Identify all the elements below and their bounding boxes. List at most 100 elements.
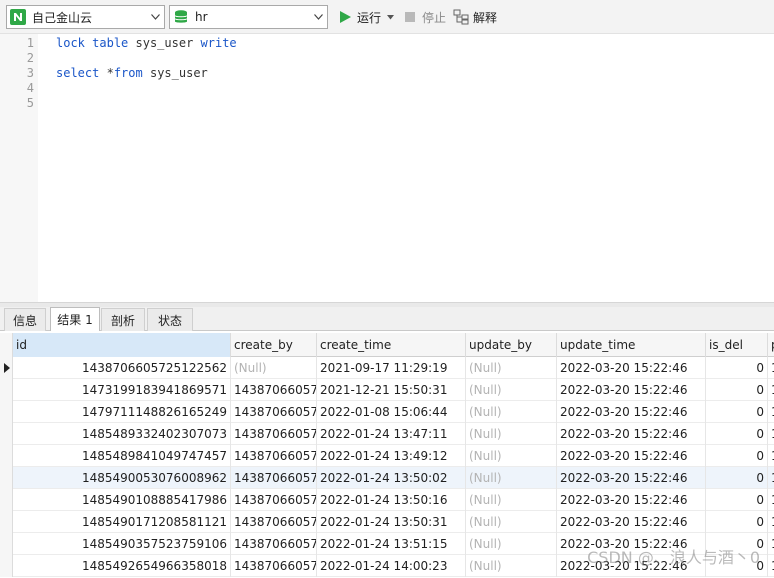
cell-update-by[interactable]: (Null) [466, 423, 557, 445]
cell-partial[interactable]: 1 [768, 511, 774, 533]
cell-create-time[interactable]: 2022-01-24 14:00:23 [317, 555, 466, 577]
column-header-partial[interactable]: p [768, 333, 774, 357]
cell-create-by[interactable]: 143870660572 [231, 467, 317, 489]
code-line[interactable]: lock table sys_user write [56, 36, 237, 51]
column-header-update-time[interactable]: update_time [557, 333, 706, 357]
cell-create-by[interactable]: 143870660572 [231, 555, 317, 577]
connection-select[interactable]: 自己金山云 [6, 5, 165, 29]
cell-is-del[interactable]: 0 [706, 379, 768, 401]
cell-id[interactable]: 1485490053076008962 [13, 467, 231, 489]
cell-create-time[interactable]: 2022-01-24 13:47:11 [317, 423, 466, 445]
cell-create-time[interactable]: 2022-01-24 13:51:15 [317, 533, 466, 555]
cell-update-time[interactable]: 2022-03-20 15:22:46 [557, 489, 706, 511]
sql-editor[interactable]: 1 lock table sys_user write 2 3 select *… [0, 34, 774, 302]
cell-update-time[interactable]: 2022-03-20 15:22:46 [557, 357, 706, 379]
cell-partial[interactable]: 1 [768, 533, 774, 555]
cell-is-del[interactable]: 0 [706, 445, 768, 467]
table-row[interactable]: 1438706605725122562 (Null) 2021-09-17 11:2… [0, 357, 774, 379]
cell-create-time[interactable]: 2022-01-24 13:50:16 [317, 489, 466, 511]
cell-update-time[interactable]: 2022-03-20 15:22:46 [557, 445, 706, 467]
cell-create-by[interactable]: 143870660572 [231, 533, 317, 555]
cell-is-del[interactable]: 0 [706, 467, 768, 489]
table-row[interactable]: 1479711148826165249 143870660572 2022-01-0… [0, 401, 774, 423]
cell-create-time[interactable]: 2021-12-21 15:50:31 [317, 379, 466, 401]
cell-id[interactable]: 1479711148826165249 [13, 401, 231, 423]
column-header-create-time[interactable]: create_time [317, 333, 466, 357]
table-row[interactable]: 1485489332402307073 143870660572 2022-01-2… [0, 423, 774, 445]
cell-create-by[interactable]: 143870660572 [231, 511, 317, 533]
cell-update-by[interactable]: (Null) [466, 489, 557, 511]
table-row[interactable]: 1485490108885417986 143870660572 2022-01-2… [0, 489, 774, 511]
cell-update-by[interactable]: (Null) [466, 357, 557, 379]
run-button[interactable]: 运行 [337, 8, 395, 26]
table-row[interactable]: 1485490171208581121 143870660572 2022-01-2… [0, 511, 774, 533]
column-header-create-by[interactable]: create_by [231, 333, 317, 357]
row-selector[interactable] [0, 511, 13, 533]
cell-id[interactable]: 1485490357523759106 [13, 533, 231, 555]
table-row[interactable]: 1485490053076008962 143870660572 2022-01-2… [0, 467, 774, 489]
cell-update-by[interactable]: (Null) [466, 401, 557, 423]
cell-create-time[interactable]: 2022-01-24 13:50:31 [317, 511, 466, 533]
cell-id[interactable]: 1438706605725122562 [13, 357, 231, 379]
cell-is-del[interactable]: 0 [706, 511, 768, 533]
tab-profile[interactable]: 剖析 [101, 308, 145, 331]
cell-create-by[interactable]: 143870660572 [231, 401, 317, 423]
cell-update-time[interactable]: 2022-03-20 15:22:46 [557, 467, 706, 489]
cell-partial[interactable]: 1 [768, 555, 774, 577]
cell-update-by[interactable]: (Null) [466, 555, 557, 577]
cell-update-time[interactable]: 2022-03-20 15:22:46 [557, 379, 706, 401]
cell-create-by[interactable]: 143870660572 [231, 423, 317, 445]
explain-button[interactable]: 解释 [453, 8, 497, 26]
cell-update-time[interactable]: 2022-03-20 15:22:46 [557, 401, 706, 423]
tab-info[interactable]: 信息 [4, 308, 46, 331]
cell-create-time[interactable]: 2022-01-08 15:06:44 [317, 401, 466, 423]
cell-partial[interactable]: 1 [768, 423, 774, 445]
cell-is-del[interactable]: 0 [706, 423, 768, 445]
cell-partial[interactable]: 1 [768, 401, 774, 423]
row-selector[interactable] [0, 489, 13, 511]
cell-id[interactable]: 1485489841049747457 [13, 445, 231, 467]
cell-id[interactable]: 1473199183941869571 [13, 379, 231, 401]
column-header-is-del[interactable]: is_del [706, 333, 768, 357]
cell-partial[interactable]: 1 [768, 467, 774, 489]
cell-create-by[interactable]: (Null) [231, 357, 317, 379]
cell-create-time[interactable]: 2021-09-17 11:29:19 [317, 357, 466, 379]
cell-is-del[interactable]: 0 [706, 401, 768, 423]
cell-partial[interactable]: 1 [768, 379, 774, 401]
row-selector[interactable] [0, 423, 13, 445]
database-select[interactable]: hr [169, 5, 328, 29]
cell-partial[interactable]: 1 [768, 445, 774, 467]
cell-partial[interactable]: 1 [768, 489, 774, 511]
result-grid[interactable]: id create_by create_time update_by updat… [0, 333, 774, 578]
row-selector[interactable] [0, 467, 13, 489]
cell-create-by[interactable]: 143870660572 [231, 489, 317, 511]
cell-create-by[interactable]: 143870660572 [231, 445, 317, 467]
table-row[interactable]: 1473199183941869571 143870660572 2021-12-2… [0, 379, 774, 401]
cell-update-by[interactable]: (Null) [466, 445, 557, 467]
cell-update-by[interactable]: (Null) [466, 379, 557, 401]
cell-update-by[interactable]: (Null) [466, 511, 557, 533]
row-selector[interactable] [0, 533, 13, 555]
cell-create-by[interactable]: 143870660572 [231, 379, 317, 401]
row-selector[interactable] [0, 401, 13, 423]
cell-id[interactable]: 1485492654966358018 [13, 555, 231, 577]
run-dropdown-icon[interactable] [387, 14, 395, 20]
row-selector[interactable] [0, 379, 13, 401]
cell-is-del[interactable]: 0 [706, 357, 768, 379]
chevron-down-icon[interactable] [310, 6, 327, 28]
column-header-update-by[interactable]: update_by [466, 333, 557, 357]
tab-result-1[interactable]: 结果 1 [50, 307, 100, 331]
cell-is-del[interactable]: 0 [706, 489, 768, 511]
row-selector[interactable] [0, 555, 13, 577]
chevron-down-icon[interactable] [147, 6, 164, 28]
tab-status[interactable]: 状态 [147, 308, 193, 331]
row-selector[interactable] [0, 445, 13, 467]
cell-id[interactable]: 1485490171208581121 [13, 511, 231, 533]
cell-create-time[interactable]: 2022-01-24 13:49:12 [317, 445, 466, 467]
cell-update-by[interactable]: (Null) [466, 467, 557, 489]
cell-create-time[interactable]: 2022-01-24 13:50:02 [317, 467, 466, 489]
row-selector[interactable] [0, 357, 13, 379]
code-line[interactable]: select *from sys_user [56, 66, 208, 81]
cell-id[interactable]: 1485489332402307073 [13, 423, 231, 445]
cell-partial[interactable]: 1 [768, 357, 774, 379]
